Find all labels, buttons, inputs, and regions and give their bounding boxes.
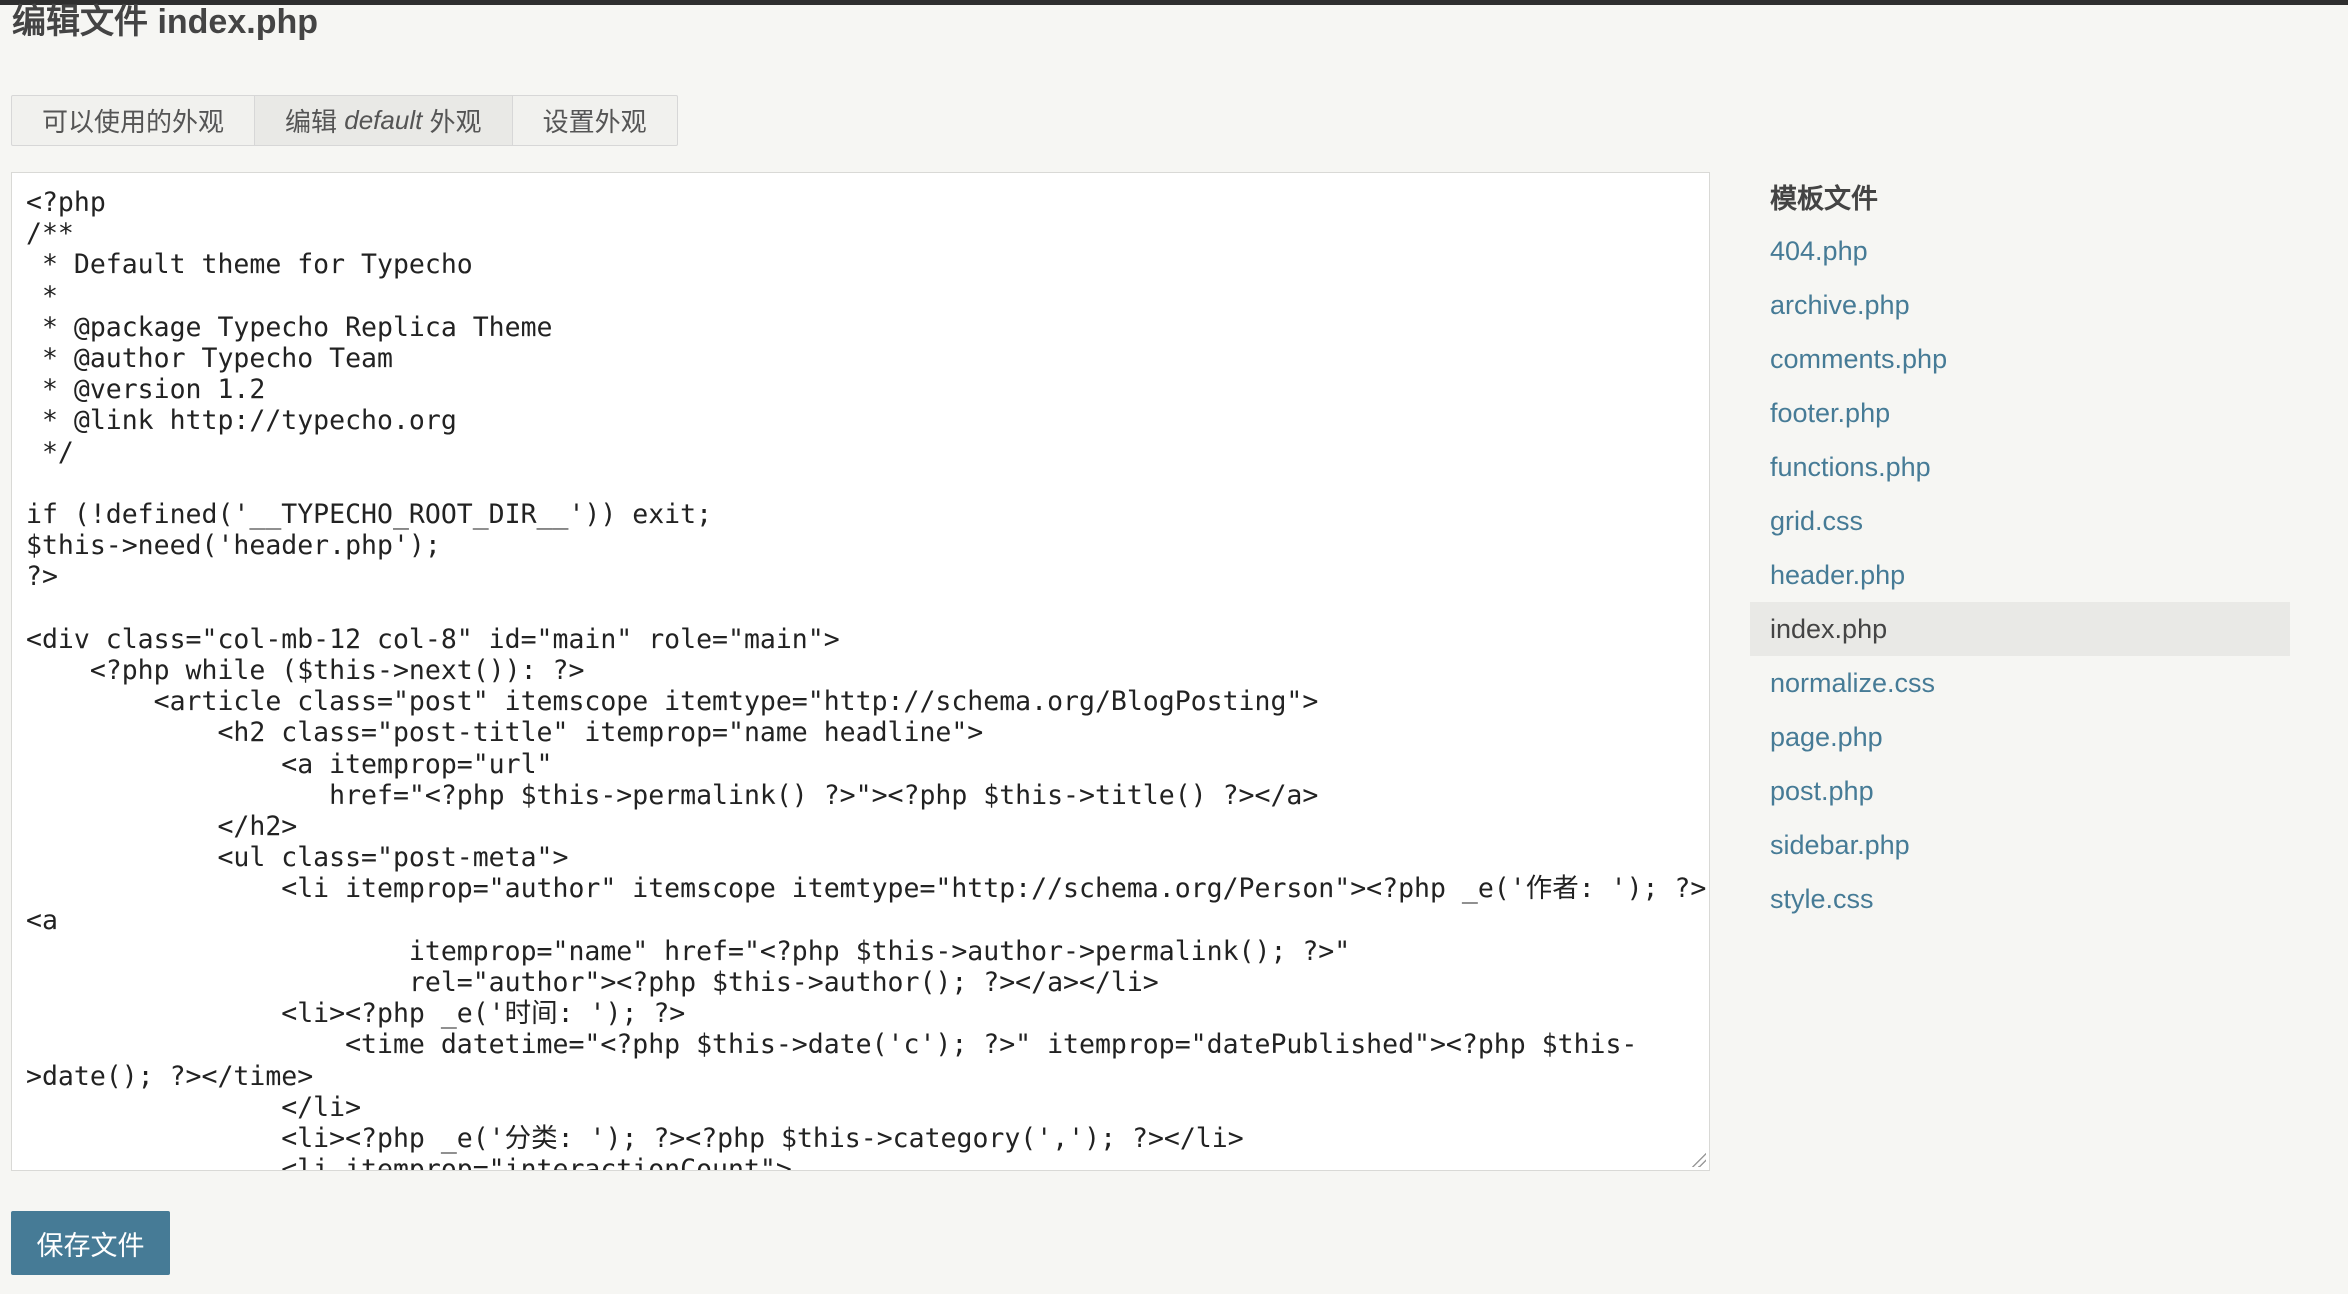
top-border xyxy=(0,0,2348,5)
template-files-sidebar: 模板文件 404.php archive.php comments.php foote… xyxy=(1750,174,2290,926)
file-link-sidebar-php[interactable]: sidebar.php xyxy=(1750,818,2290,872)
tab-label: 可以使用的外观 xyxy=(42,107,225,137)
tab-label: 设置外观 xyxy=(542,107,647,137)
tab-theme-settings[interactable]: 设置外观 xyxy=(513,96,677,145)
tab-label-suffix: 外观 xyxy=(422,107,482,137)
code-content[interactable]: <?php /** * Default theme for Typecho * … xyxy=(12,173,1709,1170)
save-file-button[interactable]: 保存文件 xyxy=(11,1211,170,1275)
tab-available-themes[interactable]: 可以使用的外观 xyxy=(12,96,256,145)
file-link-footer-php[interactable]: footer.php xyxy=(1750,386,2290,440)
file-link-header-php[interactable]: header.php xyxy=(1750,548,2290,602)
code-editor-textarea[interactable]: <?php /** * Default theme for Typecho * … xyxy=(11,172,1710,1171)
resize-handle-icon[interactable] xyxy=(1690,1151,1706,1167)
file-link-archive-php[interactable]: archive.php xyxy=(1750,278,2290,332)
file-link-post-php[interactable]: post.php xyxy=(1750,764,2290,818)
tab-edit-theme[interactable]: 编辑 default 外观 xyxy=(255,96,513,145)
file-link-404-php[interactable]: 404.php xyxy=(1750,224,2290,278)
file-link-normalize-css[interactable]: normalize.css xyxy=(1750,656,2290,710)
file-link-index-php[interactable]: index.php xyxy=(1750,602,2290,656)
file-link-comments-php[interactable]: comments.php xyxy=(1750,332,2290,386)
template-file-list: 404.php archive.php comments.php footer.php… xyxy=(1750,224,2290,926)
sidebar-heading: 模板文件 xyxy=(1770,184,1878,214)
file-link-functions-php[interactable]: functions.php xyxy=(1750,440,2290,494)
tab-label-prefix: 编辑 xyxy=(285,107,345,137)
theme-tabs: 可以使用的外观 编辑 default 外观 设置外观 xyxy=(11,95,678,146)
file-link-page-php[interactable]: page.php xyxy=(1750,710,2290,764)
file-link-grid-css[interactable]: grid.css xyxy=(1750,494,2290,548)
tab-label-theme-name: default xyxy=(344,105,423,135)
file-link-style-css[interactable]: style.css xyxy=(1750,872,2290,926)
page-title: 编辑文件 index.php xyxy=(12,3,318,41)
